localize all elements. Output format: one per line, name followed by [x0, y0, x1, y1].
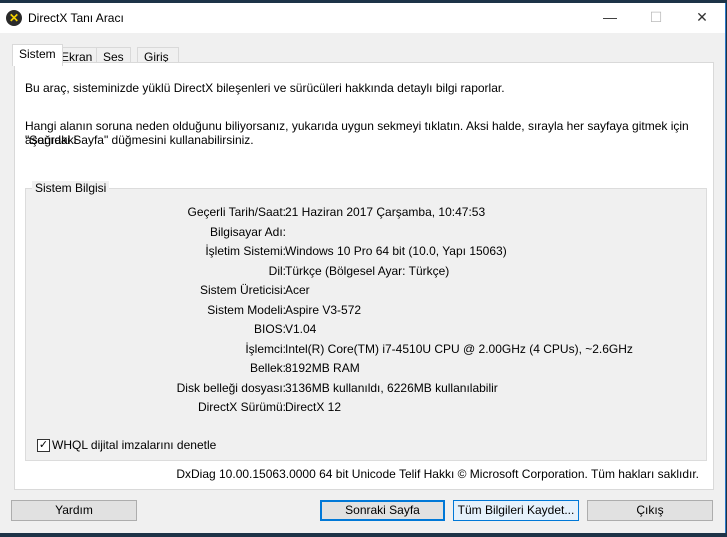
- info-label: Bellek:: [249, 361, 286, 375]
- save-all-button[interactable]: Tüm Bilgileri Kaydet...: [453, 500, 579, 521]
- help-button[interactable]: Yardım: [11, 500, 137, 521]
- info-label: İşletim Sistemi:: [205, 244, 286, 258]
- info-label: Geçerli Tarih/Saat:: [187, 205, 287, 219]
- system-info-group: Sistem Bilgisi Geçerli Tarih/Saat: 21 Haz…: [25, 181, 707, 461]
- info-row: DirectX Sürümü: DirectX 12: [26, 400, 706, 416]
- info-label: Bilgisayar Adı:: [209, 224, 286, 239]
- info-value: 3136MB kullanıldı, 6226MB kullanılabilir: [285, 380, 498, 395]
- minimize-button[interactable]: —: [587, 3, 633, 33]
- whql-checkbox[interactable]: ✓ WHQL dijital imzalarını denetle: [37, 438, 216, 452]
- checkmark-icon[interactable]: ✓: [37, 438, 50, 452]
- info-row: Sistem Üreticisi: Acer: [26, 283, 706, 299]
- group-title: Sistem Bilgisi: [32, 181, 110, 195]
- info-value: Türkçe (Bölgesel Ayar: Türkçe): [285, 263, 450, 278]
- info-value: Intel(R) Core(TM) i7-4510U CPU @ 2.00GHz…: [285, 341, 633, 356]
- info-row: BIOS: V1.04: [26, 322, 706, 338]
- info-value: Aspire V3-572: [285, 302, 362, 317]
- info-value: DirectX 12: [285, 400, 342, 414]
- copyright-text: DxDiag 10.00.15063.0000 64 bit Unicode T…: [176, 467, 699, 481]
- directx-icon: ✕: [6, 10, 22, 26]
- window-title: DirectX Tanı Aracı: [28, 11, 124, 25]
- info-value: 21 Haziran 2017 Çarşamba, 10:47:53: [285, 205, 486, 219]
- info-row: İşlemci: Intel(R) Core(TM) i7-4510U CPU @…: [26, 342, 706, 358]
- info-row: Geçerli Tarih/Saat: 21 Haziran 2017 Çarşa…: [26, 205, 706, 221]
- info-label: Sistem Üreticisi:: [199, 283, 286, 297]
- exit-button[interactable]: Çıkış: [587, 500, 713, 521]
- info-value: 8192MB RAM: [285, 361, 360, 375]
- info-label: Dil:: [268, 263, 286, 278]
- maximize-button[interactable]: ☐: [633, 3, 679, 33]
- help-text-2: "Sonraki Sayfa" düğmesini kullanabilirsi…: [25, 133, 254, 147]
- tab-sistem[interactable]: Sistem: [12, 44, 63, 66]
- close-button[interactable]: ✕: [679, 3, 725, 33]
- info-label: BIOS:: [253, 322, 286, 336]
- info-label: İşlemci:: [245, 341, 286, 356]
- info-label: Disk belleği dosyası:: [176, 380, 286, 395]
- sistem-panel: Bu araç, sisteminizde yüklü DirectX bile…: [14, 62, 714, 490]
- info-label: Sistem Modeli:: [207, 302, 286, 317]
- info-row: Disk belleği dosyası: 3136MB kullanıldı, …: [26, 381, 706, 397]
- info-row: Sistem Modeli: Aspire V3-572: [26, 303, 706, 319]
- intro-text: Bu araç, sisteminizde yüklü DirectX bile…: [25, 81, 505, 95]
- info-value: Windows 10 Pro 64 bit (10.0, Yapı 15063): [285, 244, 507, 258]
- info-label: DirectX Sürümü:: [197, 400, 286, 414]
- info-value: Acer: [285, 283, 310, 297]
- title-bar: ✕ DirectX Tanı Aracı — ☐ ✕: [0, 3, 725, 33]
- info-row: Bellek: 8192MB RAM: [26, 361, 706, 377]
- info-row: Bilgisayar Adı:: [26, 225, 706, 241]
- next-page-button[interactable]: Sonraki Sayfa: [320, 500, 445, 521]
- info-row: Dil: Türkçe (Bölgesel Ayar: Türkçe): [26, 264, 706, 280]
- info-row: İşletim Sistemi: Windows 10 Pro 64 bit (1…: [26, 244, 706, 260]
- whql-label: WHQL dijital imzalarını denetle: [52, 438, 217, 452]
- info-value: V1.04: [285, 322, 317, 336]
- dxdiag-window: ✕ DirectX Tanı Aracı — ☐ ✕ Sistem Ekran …: [0, 3, 726, 533]
